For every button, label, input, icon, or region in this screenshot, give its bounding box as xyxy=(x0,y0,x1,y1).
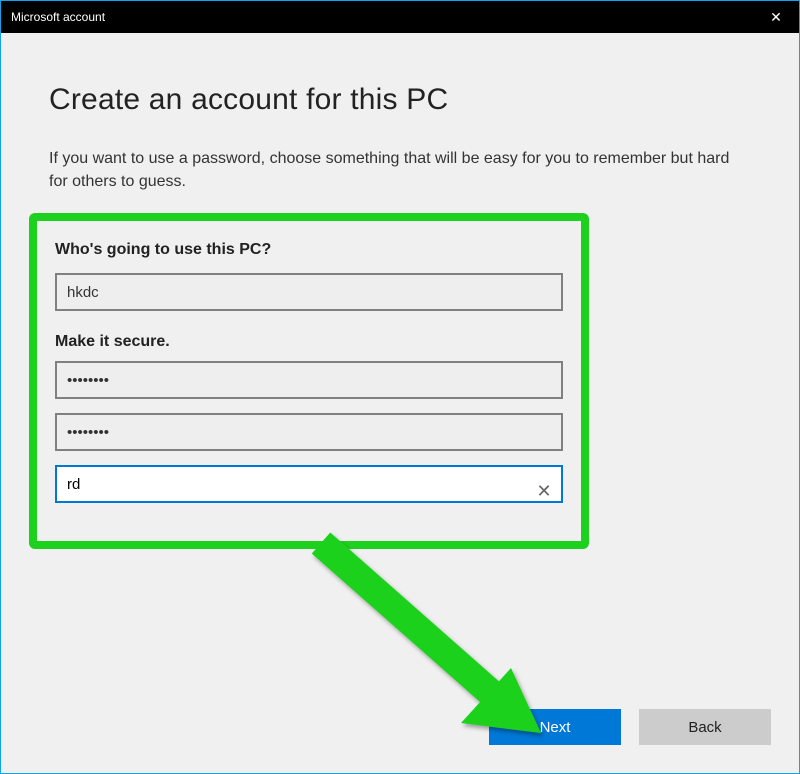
hint-input-wrapper: ✕ xyxy=(55,465,563,517)
window-title: Microsoft account xyxy=(11,10,105,24)
password-input[interactable] xyxy=(55,361,563,399)
content-area: Create an account for this PC If you wan… xyxy=(1,33,799,773)
form-highlight-box: Who's going to use this PC? Make it secu… xyxy=(29,213,589,549)
clear-input-icon[interactable]: ✕ xyxy=(531,478,557,504)
username-label: Who's going to use this PC? xyxy=(55,241,563,259)
page-title: Create an account for this PC xyxy=(49,83,751,117)
titlebar: Microsoft account ✕ xyxy=(1,1,799,33)
password-group: ✕ xyxy=(55,361,563,517)
dialog-window: Microsoft account ✕ Create an account fo… xyxy=(0,0,800,774)
close-icon[interactable]: ✕ xyxy=(753,1,799,33)
password-section-label: Make it secure. xyxy=(55,333,563,351)
page-description: If you want to use a password, choose so… xyxy=(49,147,751,193)
next-button[interactable]: Next xyxy=(489,709,621,745)
back-button[interactable]: Back xyxy=(639,709,771,745)
password-confirm-input[interactable] xyxy=(55,413,563,451)
username-input[interactable] xyxy=(55,273,563,311)
password-hint-input[interactable] xyxy=(55,465,563,503)
button-bar: Next Back xyxy=(489,709,771,745)
